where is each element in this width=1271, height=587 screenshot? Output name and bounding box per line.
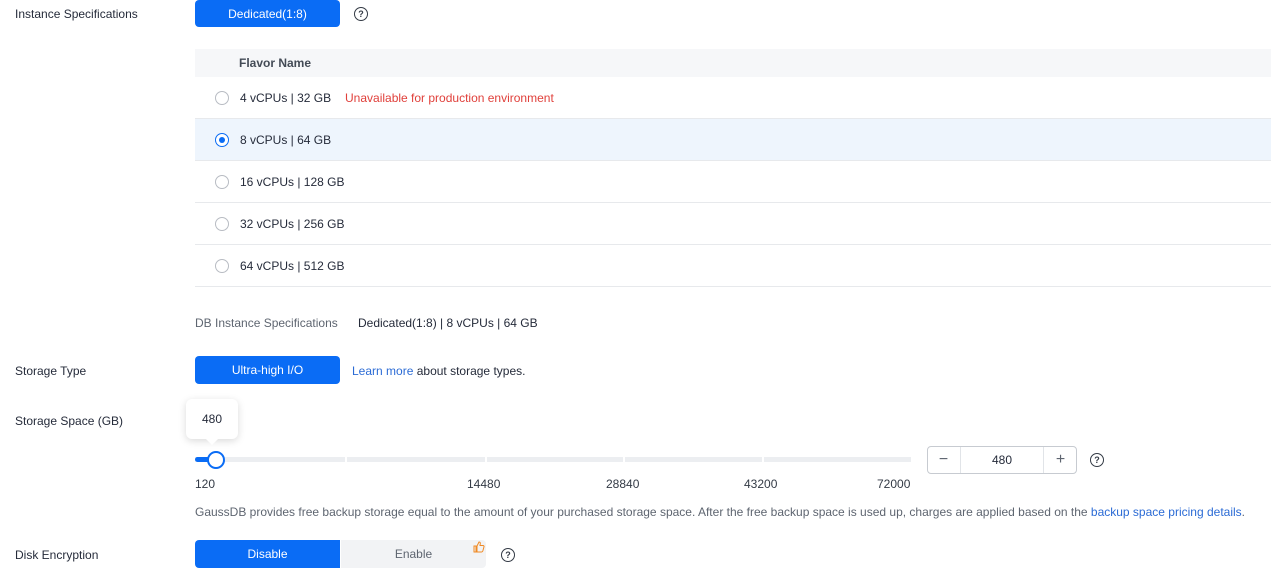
slider-tick-label: 14480 <box>467 477 501 491</box>
enable-encryption-label: Enable <box>394 547 433 561</box>
storage-space-stepper: − + <box>927 446 1077 474</box>
backup-storage-note: GaussDB provides free backup storage equ… <box>195 505 1245 519</box>
question-circle-icon[interactable]: ? <box>501 548 515 562</box>
flavor-name: 16 vCPUs | 128 GB <box>240 174 345 189</box>
slider-tick-label: 120 <box>195 477 216 491</box>
storage-type-help-text: Learn more about storage types. <box>352 364 525 378</box>
db-spec-label: DB Instance Specifications <box>195 316 338 330</box>
learn-more-link[interactable]: Learn more <box>352 364 413 378</box>
flavor-row-8vcpu[interactable]: 8 vCPUs | 64 GB <box>195 119 1271 161</box>
slider-tooltip-value: 480 <box>201 412 223 426</box>
disable-encryption-button[interactable]: Disable <box>195 540 340 568</box>
slider-tick-label: 43200 <box>744 477 778 491</box>
question-circle-icon[interactable]: ? <box>354 7 368 21</box>
flavor-radio[interactable] <box>215 259 229 273</box>
flavor-row-16vcpu[interactable]: 16 vCPUs | 128 GB <box>195 161 1271 203</box>
flavor-radio[interactable] <box>215 91 229 105</box>
flavor-table-header: Flavor Name <box>195 49 1271 77</box>
question-circle-icon[interactable]: ? <box>1090 453 1104 467</box>
storage-space-input[interactable] <box>960 447 1044 473</box>
ultra-high-io-button[interactable]: Ultra-high I/O <box>195 356 340 384</box>
flavor-name: 4 vCPUs | 32 GB <box>240 90 332 105</box>
flavor-name: 8 vCPUs | 64 GB <box>240 132 332 147</box>
flavor-name: 64 vCPUs | 512 GB <box>240 258 345 273</box>
unavailable-note: Unavailable for production environment <box>345 90 554 105</box>
flavor-row-32vcpu[interactable]: 32 vCPUs | 256 GB <box>195 203 1271 245</box>
backup-note-text: GaussDB provides free backup storage equ… <box>195 505 1091 519</box>
backup-pricing-link[interactable]: backup space pricing details <box>1091 505 1242 519</box>
decrement-button[interactable]: − <box>928 447 959 473</box>
flavor-name: 32 vCPUs | 256 GB <box>240 216 345 231</box>
slider-tick-label: 72000 <box>877 477 911 491</box>
storage-type-label: Storage Type <box>15 364 87 378</box>
flavor-radio[interactable] <box>215 175 229 189</box>
storage-space-label: Storage Space (GB) <box>15 414 124 428</box>
slider-track-segment[interactable] <box>487 457 623 462</box>
flavor-table: Flavor Name 4 vCPUs | 32 GB Unavailable … <box>195 49 1271 287</box>
slider-track-segment[interactable] <box>764 457 911 462</box>
slider-track-segment[interactable] <box>625 457 762 462</box>
thumbs-up-icon <box>473 541 485 553</box>
db-spec-value: Dedicated(1:8) | 8 vCPUs | 64 GB <box>358 316 538 330</box>
slider-value-tooltip: 480 <box>186 399 238 445</box>
instance-specs-label: Instance Specifications <box>15 7 138 21</box>
flavor-radio[interactable] <box>215 217 229 231</box>
storage-type-suffix: about storage types. <box>416 364 526 378</box>
slider-tick-label: 28840 <box>606 477 640 491</box>
flavor-radio-selected[interactable] <box>215 133 229 147</box>
flavor-name-column-header: Flavor Name <box>239 56 312 70</box>
disk-encryption-label: Disk Encryption <box>15 548 99 562</box>
flavor-row-64vcpu[interactable]: 64 vCPUs | 512 GB <box>195 245 1271 287</box>
flavor-row-4vcpu[interactable]: 4 vCPUs | 32 GB Unavailable for producti… <box>195 77 1271 119</box>
increment-button[interactable]: + <box>1045 447 1076 473</box>
slider-handle[interactable] <box>206 451 225 469</box>
slider-track-segment[interactable] <box>347 457 485 462</box>
enable-encryption-button[interactable]: Enable <box>341 540 486 568</box>
dedicated-spec-button[interactable]: Dedicated(1:8) <box>195 0 340 27</box>
backup-note-suffix: . <box>1241 505 1246 519</box>
